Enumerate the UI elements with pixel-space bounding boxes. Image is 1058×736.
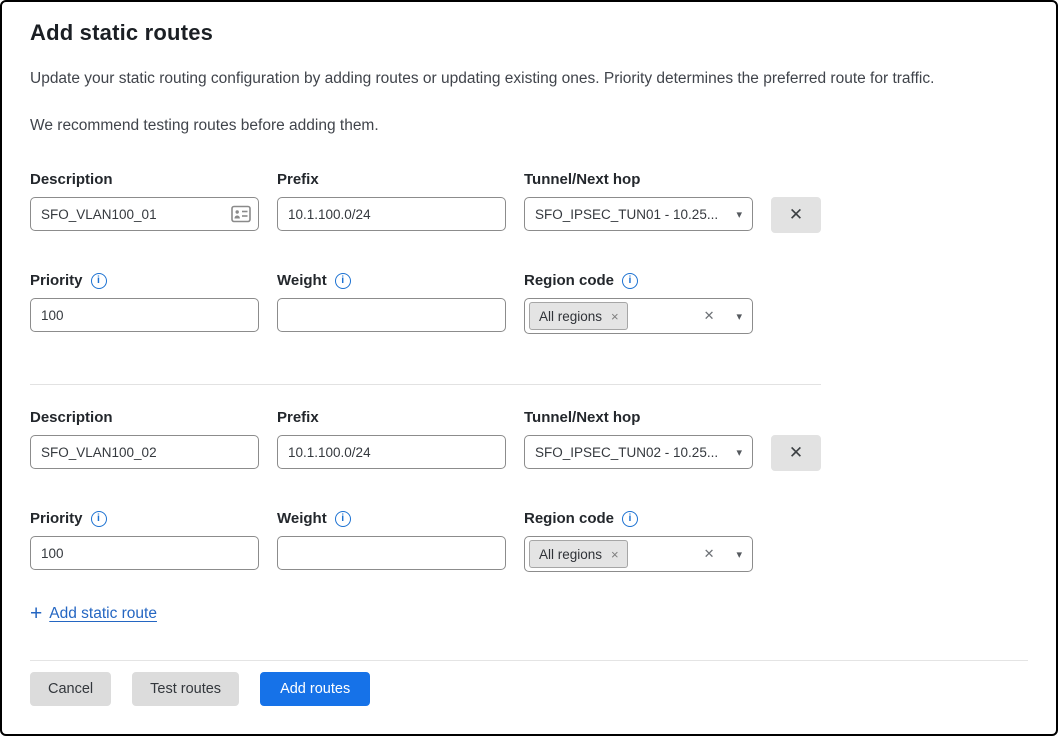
tunnel-select-value: SFO_IPSEC_TUN01 - 10.25... (535, 207, 730, 222)
chip-remove-icon[interactable]: × (611, 548, 619, 561)
intro-text: Update your static routing configuration… (30, 70, 1026, 88)
info-icon[interactable]: i (622, 273, 638, 289)
routes-form: Description Prefix Tunnel/Next hop (30, 171, 1026, 624)
chevron-down-icon: ▾ (736, 548, 742, 561)
priority-input[interactable] (30, 536, 259, 570)
description-field-wrap (30, 197, 259, 233)
weight-input[interactable] (277, 298, 506, 332)
tunnel-select[interactable]: SFO_IPSEC_TUN02 - 10.25... ▾ (524, 435, 753, 469)
region-chip: All regions × (529, 540, 628, 568)
recommendation-text: We recommend testing routes before addin… (30, 117, 1026, 135)
cancel-button[interactable]: Cancel (30, 672, 111, 706)
prefix-field-wrap (277, 197, 506, 233)
footer-actions: Cancel Test routes Add routes (30, 672, 1026, 706)
chip-remove-icon[interactable]: × (611, 310, 619, 323)
description-label: Description (30, 409, 259, 426)
chevron-down-icon: ▾ (736, 310, 742, 323)
route-block-2: Description Prefix Tunnel/Next hop SFO_I… (30, 409, 1026, 572)
remove-route-button[interactable]: ✕ (771, 435, 821, 471)
weight-input[interactable] (277, 536, 506, 570)
tunnel-select[interactable]: SFO_IPSEC_TUN01 - 10.25... ▾ (524, 197, 753, 231)
autofill-contact-icon (231, 205, 251, 223)
prefix-label: Prefix (277, 171, 506, 188)
priority-label: Priority i (30, 272, 259, 289)
prefix-label: Prefix (277, 409, 506, 426)
description-input[interactable] (30, 435, 259, 469)
prefix-field-wrap (277, 435, 506, 471)
test-routes-button[interactable]: Test routes (132, 672, 239, 706)
info-icon[interactable]: i (91, 511, 107, 527)
clear-selection-icon[interactable]: ✕ (704, 546, 715, 562)
add-static-route-label: Add static route (49, 605, 157, 623)
region-chip-label: All regions (539, 309, 602, 324)
plus-icon: + (30, 603, 42, 624)
priority-input[interactable] (30, 298, 259, 332)
info-icon[interactable]: i (91, 273, 107, 289)
add-static-route-link[interactable]: + Add static route (30, 603, 157, 624)
description-input[interactable] (30, 197, 259, 231)
description-label: Description (30, 171, 259, 188)
priority-field-wrap (30, 536, 259, 572)
region-code-select[interactable]: All regions × ✕ ▾ (524, 298, 753, 334)
region-chip-label: All regions (539, 547, 602, 562)
info-icon[interactable]: i (622, 511, 638, 527)
info-icon[interactable]: i (335, 511, 351, 527)
page-title: Add static routes (30, 20, 1026, 46)
priority-field-wrap (30, 298, 259, 334)
add-static-routes-dialog: Add static routes Update your static rou… (0, 0, 1058, 736)
route-block-1: Description Prefix Tunnel/Next hop (30, 171, 1026, 334)
region-code-label: Region code i (524, 510, 753, 527)
region-code-select[interactable]: All regions × ✕ ▾ (524, 536, 753, 572)
weight-label: Weight i (277, 510, 506, 527)
chevron-down-icon: ▾ (736, 208, 742, 221)
route-divider (30, 384, 821, 385)
prefix-input[interactable] (277, 435, 506, 469)
info-icon[interactable]: i (335, 273, 351, 289)
description-field-wrap (30, 435, 259, 471)
tunnel-label: Tunnel/Next hop (524, 171, 753, 188)
tunnel-select-value: SFO_IPSEC_TUN02 - 10.25... (535, 445, 730, 460)
chevron-down-icon: ▾ (736, 446, 742, 459)
remove-route-button[interactable]: ✕ (771, 197, 821, 233)
add-routes-button[interactable]: Add routes (260, 672, 370, 706)
weight-field-wrap (277, 536, 506, 572)
region-chip: All regions × (529, 302, 628, 330)
weight-label: Weight i (277, 272, 506, 289)
weight-field-wrap (277, 298, 506, 334)
tunnel-label: Tunnel/Next hop (524, 409, 753, 426)
priority-label: Priority i (30, 510, 259, 527)
footer-divider (30, 660, 1028, 661)
region-code-label: Region code i (524, 272, 753, 289)
clear-selection-icon[interactable]: ✕ (704, 308, 715, 324)
prefix-input[interactable] (277, 197, 506, 231)
